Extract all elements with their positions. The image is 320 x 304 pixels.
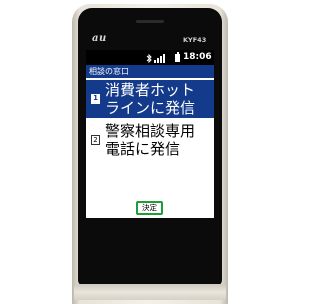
earpiece-speaker bbox=[136, 20, 164, 23]
battery-icon bbox=[175, 52, 180, 62]
softkey-bar: 決定 bbox=[86, 198, 214, 218]
menu-item-label-line2: ラインに発信 bbox=[105, 99, 196, 117]
menu-item-label-line1: 警察相談専用 bbox=[105, 122, 196, 140]
menu-item-number: 2 bbox=[91, 135, 100, 145]
menu-item-number: 1 bbox=[91, 94, 100, 104]
phone-hinge bbox=[74, 284, 226, 300]
model-label: KYF43 bbox=[183, 36, 207, 44]
menu-item-label: 警察相談専用 電話に発信 bbox=[105, 122, 213, 158]
screen-title: 相談の窓口 bbox=[86, 65, 214, 78]
status-icons bbox=[146, 53, 165, 63]
menu-item-consumer-hotline[interactable]: 1 消費者ホット ラインに発信 bbox=[86, 80, 214, 118]
signal-icon bbox=[154, 54, 165, 63]
phone-screen: 18:06 相談の窓口 1 消費者ホット ラインに発信 2 警察相談専用 電話に… bbox=[86, 50, 214, 218]
brand-logo: au bbox=[92, 33, 107, 44]
menu-item-police-consultation[interactable]: 2 警察相談専用 電話に発信 bbox=[86, 121, 214, 159]
bluetooth-icon bbox=[146, 54, 152, 63]
menu-item-label-line1: 消費者ホット bbox=[105, 81, 196, 99]
status-time: 18:06 bbox=[183, 52, 212, 62]
menu-item-label: 消費者ホット ラインに発信 bbox=[105, 81, 213, 117]
status-bar: 18:06 bbox=[86, 50, 214, 65]
confirm-softkey[interactable]: 決定 bbox=[136, 201, 163, 215]
menu-item-label-line2: 電話に発信 bbox=[105, 140, 181, 158]
